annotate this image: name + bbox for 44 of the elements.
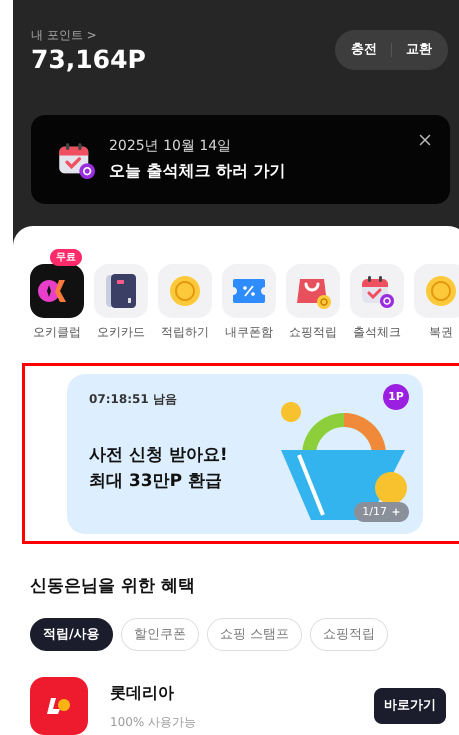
attendance-banner[interactable]: 2025년 10월 14일 오늘 출석체크 하러 가기 xyxy=(31,115,450,204)
promo-title: 사전 신청 받아요! xyxy=(89,444,229,467)
filter-chip[interactable]: 적립/사용 xyxy=(30,618,113,651)
filter-chip[interactable]: 쇼핑적립 xyxy=(310,618,388,651)
calendar-icon xyxy=(57,140,95,179)
shortcut-label: 출석체크 xyxy=(353,324,401,342)
shortcut-tile[interactable] xyxy=(158,264,212,318)
free-badge: 무료 xyxy=(50,249,82,266)
shortcut-label: 복권 xyxy=(429,324,453,342)
attendance-date: 2025년 10월 14일 xyxy=(109,137,232,156)
shortcut-tile[interactable] xyxy=(286,264,340,318)
points-label[interactable]: 내 포인트 > xyxy=(31,26,146,44)
points-balance: 73,164P xyxy=(31,44,146,76)
shortcut-tile[interactable] xyxy=(94,264,148,318)
promo-timer: 07:18:51 남음 xyxy=(89,390,178,408)
coupon-icon xyxy=(232,278,266,304)
shortcut-tile[interactable] xyxy=(350,264,404,318)
point-badge: 1P xyxy=(383,384,409,410)
page-counter: 1/17 xyxy=(362,504,387,520)
section-title: 신동은님을 위한 혜택 xyxy=(30,575,196,598)
attendance-title: 오늘 출석체크 하러 가기 xyxy=(109,160,286,182)
card-icon xyxy=(104,272,138,310)
shortcut-label: 적립하기 xyxy=(161,324,209,342)
shortcut-label: 쇼핑적립 xyxy=(289,324,337,342)
shortcut-tile[interactable] xyxy=(30,264,84,318)
filter-chip[interactable]: 할인쿠폰 xyxy=(120,618,199,651)
coin-icon xyxy=(169,275,201,308)
filter-chip[interactable]: 쇼핑 스탬프 xyxy=(206,618,302,651)
coin-icon xyxy=(425,275,457,308)
go-button[interactable]: 바로가기 xyxy=(374,688,446,724)
store-logo-icon xyxy=(47,696,71,715)
shortcut-label: 내쿠폰함 xyxy=(225,324,273,342)
calendar-icon xyxy=(360,274,394,308)
shortcut-tile[interactable] xyxy=(414,264,459,318)
shortcut-tile[interactable] xyxy=(222,264,276,318)
store-name: 롯데리아 xyxy=(110,682,175,704)
plus-icon xyxy=(391,506,401,517)
store-note: 100% 사용가능 xyxy=(110,714,198,731)
points-action-button[interactable]: 교환 xyxy=(406,40,432,60)
shortcut-label: 오키카드 xyxy=(97,324,145,342)
promo-title: 최대 33만P 환급 xyxy=(89,470,223,493)
shortcut-label: 오키클럽 xyxy=(33,324,81,342)
promo-banner[interactable]: 07:18:51 남음 사전 신청 받아요! 최대 33만P 환급 1P 1/17 xyxy=(67,374,423,534)
points-action-button[interactable]: 충전 xyxy=(351,40,377,60)
